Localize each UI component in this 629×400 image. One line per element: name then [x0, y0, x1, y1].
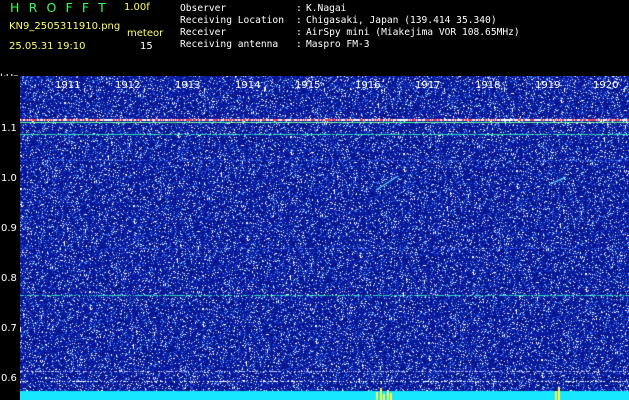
capture-datetime: 25.05.31 19:10 [9, 41, 86, 52]
x-tick-label: 1918 [475, 80, 501, 91]
x-tick-label: 1917 [415, 80, 441, 91]
meteor-count: 15 [140, 41, 153, 52]
spectrogram-plot [20, 76, 629, 400]
info-row-antenna: Receiving antenna: Maspro FM-3 [180, 40, 370, 50]
x-tick-label: 1912 [115, 80, 141, 91]
info-value: Chigasaki, Japan (139.414 35.340) [306, 15, 497, 26]
info-value: K.Nagai [306, 3, 347, 14]
info-label: Receiver [180, 27, 227, 38]
x-tick-label: 1915 [295, 80, 321, 91]
app-version: 1.00f [124, 2, 150, 13]
info-label: Receiving antenna [180, 39, 279, 50]
x-tick-label: 1916 [355, 80, 381, 91]
info-value: Maspro FM-3 [306, 39, 370, 50]
y-tick-label: 1.1 [1, 123, 17, 134]
x-tick-label: 1914 [235, 80, 261, 91]
info-value: AirSpy mini (Miakejima VOR 108.65MHz) [306, 27, 520, 38]
info-separator: : [296, 27, 302, 38]
x-tick-label: 1913 [175, 80, 201, 91]
x-tick-label: 1911 [55, 80, 81, 91]
y-tick-label: 0.6 [1, 373, 17, 384]
y-tick-label: 0.9 [1, 223, 17, 234]
file-name: KN9_2505311910.png [9, 21, 121, 32]
x-tick-label: 1920 [593, 80, 619, 91]
x-tick-label: 1919 [535, 80, 561, 91]
y-axis: 1.1 1.0 0.9 0.8 0.7 0.6 [0, 76, 20, 400]
y-tick-label: 0.7 [1, 323, 17, 334]
info-row-location: Receiving Location: Chigasaki, Japan (139… [180, 16, 497, 26]
meteor-label: meteor [127, 28, 164, 39]
y-tick-label: 0.8 [1, 273, 17, 284]
info-separator: : [296, 15, 302, 26]
info-label: Receiving Location [180, 15, 284, 26]
info-row-receiver: Receiver: AirSpy mini (Miakejima VOR 108.… [180, 28, 520, 38]
info-separator: : [296, 3, 302, 14]
header-panel: HROFFT 1.00f KN9_2505311910.png meteor 2… [0, 0, 629, 84]
info-separator: : [296, 39, 302, 50]
app-logo: HROFFT [10, 0, 115, 15]
info-row-observer: Observer: K.Nagai [180, 4, 346, 14]
y-tick-label: 1.0 [1, 173, 17, 184]
info-label: Observer [180, 3, 227, 14]
